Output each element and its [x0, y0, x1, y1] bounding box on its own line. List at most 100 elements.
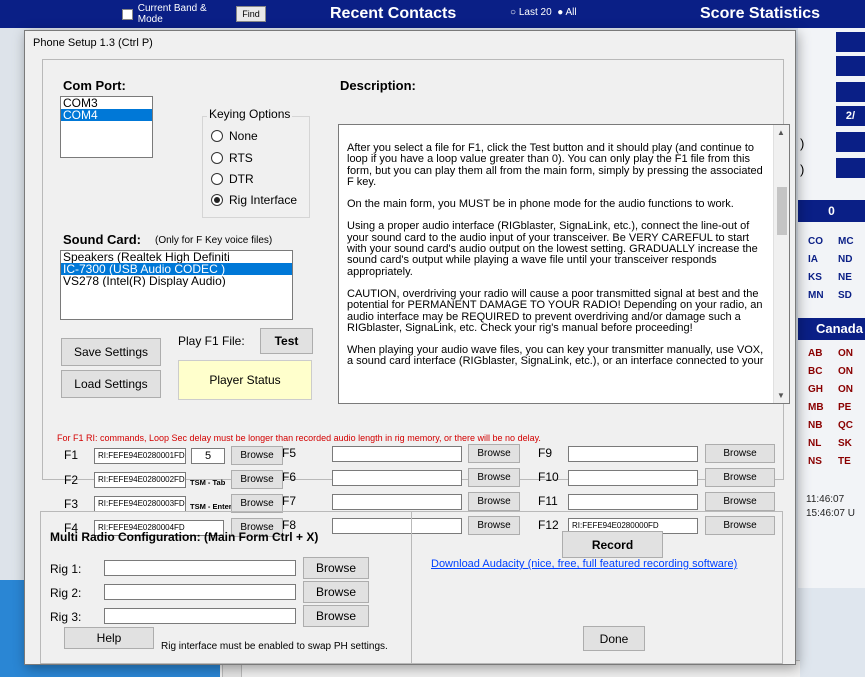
- com-port-label: Com Port:: [63, 78, 126, 93]
- done-button[interactable]: Done: [583, 626, 645, 651]
- save-settings-button[interactable]: Save Settings: [61, 338, 161, 366]
- keying-options-title: Keying Options: [207, 107, 293, 121]
- settings-panel: Com Port: COM3 COM4 Keying Options None …: [42, 59, 790, 537]
- f1-field[interactable]: RI:FEFE94E0280001FD: [94, 448, 186, 464]
- province-code: NS: [808, 456, 822, 467]
- f9-browse-button[interactable]: Browse: [705, 444, 775, 463]
- tsm-tab-label: TSM - Tab: [190, 478, 226, 487]
- com-port-item-selected[interactable]: COM4: [61, 109, 152, 121]
- f5-field[interactable]: [332, 446, 462, 462]
- canada-title: Canada: [798, 318, 865, 340]
- local-time: 11:46:07: [806, 494, 845, 505]
- com-port-list[interactable]: COM3 COM4: [60, 96, 153, 158]
- download-audacity-link[interactable]: Download Audacity (nice, free, full feat…: [431, 558, 737, 570]
- f6-field[interactable]: [332, 470, 462, 486]
- radio-icon[interactable]: [211, 130, 223, 142]
- rig3-field[interactable]: [104, 608, 296, 624]
- stat-paren: ): [800, 162, 805, 177]
- radio-icon[interactable]: [211, 173, 223, 185]
- sound-card-item[interactable]: Speakers (Realtek High Definiti: [61, 251, 292, 263]
- loop-warning-note: For F1 RI: commands, Loop Sec delay must…: [57, 433, 541, 443]
- f10-field[interactable]: [568, 470, 698, 486]
- keying-dtr-radio[interactable]: DTR: [211, 172, 254, 186]
- rig1-label: Rig 1:: [50, 562, 82, 576]
- description-textbox[interactable]: After you select a file for F1, click th…: [338, 124, 790, 404]
- stat-box: [836, 132, 865, 152]
- radio-selected-icon[interactable]: ●: [557, 7, 563, 18]
- rig3-label: Rig 3:: [50, 610, 82, 624]
- f2-field[interactable]: RI:FEFE94E0280002FD: [94, 472, 186, 488]
- load-settings-button[interactable]: Load Settings: [61, 370, 161, 398]
- description-paragraph: On the main form, you MUST be in phone m…: [347, 198, 734, 211]
- stat-box: [836, 32, 865, 52]
- sound-card-list[interactable]: Speakers (Realtek High Definiti IC-7300 …: [60, 250, 293, 320]
- province-code: ON: [838, 384, 853, 395]
- sound-card-item[interactable]: VS278 (Intel(R) Display Audio): [61, 275, 292, 287]
- stat-box: [836, 158, 865, 178]
- description-paragraph: Using a proper audio interface (RIGblast…: [347, 220, 758, 278]
- f7-browse-button[interactable]: Browse: [468, 492, 520, 511]
- radio-label: None: [229, 129, 258, 143]
- state-code: SD: [838, 290, 852, 301]
- rig2-browse-button[interactable]: Browse: [303, 581, 369, 603]
- f7-field[interactable]: [332, 494, 462, 510]
- score-statistics-title: Score Statistics: [700, 5, 821, 22]
- f9-label: F9: [538, 446, 553, 460]
- f1-label: F1: [64, 448, 79, 462]
- f3-label: F3: [64, 497, 79, 511]
- all-label: All: [565, 7, 577, 18]
- description-paragraph: When playing your audio wave files, you …: [347, 344, 764, 368]
- description-scrollbar[interactable]: ▲ ▼: [773, 125, 789, 403]
- checkbox-box[interactable]: [122, 8, 133, 20]
- rig1-browse-button[interactable]: Browse: [303, 557, 369, 579]
- keying-rts-radio[interactable]: RTS: [211, 151, 253, 165]
- loop-seconds-field[interactable]: 5: [191, 448, 225, 464]
- rig1-field[interactable]: [104, 560, 296, 576]
- sound-card-item-selected[interactable]: IC-7300 (USB Audio CODEC ): [61, 263, 292, 275]
- play-f1-label: Play F1 File:: [178, 334, 245, 348]
- states-count: 0: [798, 200, 865, 222]
- f1-browse-button[interactable]: Browse: [231, 446, 283, 465]
- f7-label: F7: [282, 494, 297, 508]
- f10-label: F10: [538, 470, 559, 484]
- scroll-thumb[interactable]: [777, 187, 787, 235]
- radio-selected-icon[interactable]: [211, 194, 223, 206]
- keying-none-radio[interactable]: None: [211, 129, 258, 143]
- f2-browse-button[interactable]: Browse: [231, 470, 283, 489]
- dialog-title: Phone Setup 1.3 (Ctrl P): [33, 37, 153, 49]
- radio-icon[interactable]: [211, 152, 223, 164]
- rig3-browse-button[interactable]: Browse: [303, 605, 369, 627]
- f5-browse-button[interactable]: Browse: [468, 444, 520, 463]
- radio-label: RTS: [229, 151, 253, 165]
- province-code: NB: [808, 420, 823, 431]
- state-code: NE: [838, 272, 852, 283]
- state-code: MC: [838, 236, 854, 247]
- f10-browse-button[interactable]: Browse: [705, 468, 775, 487]
- province-code: ON: [838, 366, 853, 377]
- f3-field[interactable]: RI:FEFE94E0280003FD: [94, 496, 186, 512]
- tsm-enter-label: TSM - Enter: [190, 502, 232, 511]
- help-button[interactable]: Help: [64, 627, 154, 649]
- province-code: NL: [808, 438, 822, 449]
- find-button[interactable]: Find: [236, 6, 266, 22]
- radio-label: Rig Interface: [229, 193, 298, 207]
- com-port-item[interactable]: COM3: [61, 97, 152, 109]
- scroll-down-icon[interactable]: ▼: [777, 391, 785, 400]
- stat-box: [836, 82, 865, 102]
- f6-browse-button[interactable]: Browse: [468, 468, 520, 487]
- test-button[interactable]: Test: [260, 328, 313, 354]
- f2-label: F2: [64, 473, 79, 487]
- province-code: ON: [838, 348, 853, 359]
- radio-icon[interactable]: ○: [510, 7, 516, 18]
- f9-field[interactable]: [568, 446, 698, 462]
- current-band-checkbox[interactable]: Current Band & Mode: [122, 3, 232, 25]
- f11-browse-button[interactable]: Browse: [705, 492, 775, 511]
- scroll-up-icon[interactable]: ▲: [777, 128, 785, 137]
- sound-card-label: Sound Card:: [63, 232, 141, 247]
- record-button[interactable]: Record: [562, 531, 663, 558]
- recent-filter-radios[interactable]: ○ Last 20 ● All: [510, 7, 630, 18]
- rig2-field[interactable]: [104, 584, 296, 600]
- keying-rig-interface-radio[interactable]: Rig Interface: [211, 193, 297, 207]
- f11-field[interactable]: [568, 494, 698, 510]
- description-text: After you select a file for F1, click th…: [347, 142, 767, 379]
